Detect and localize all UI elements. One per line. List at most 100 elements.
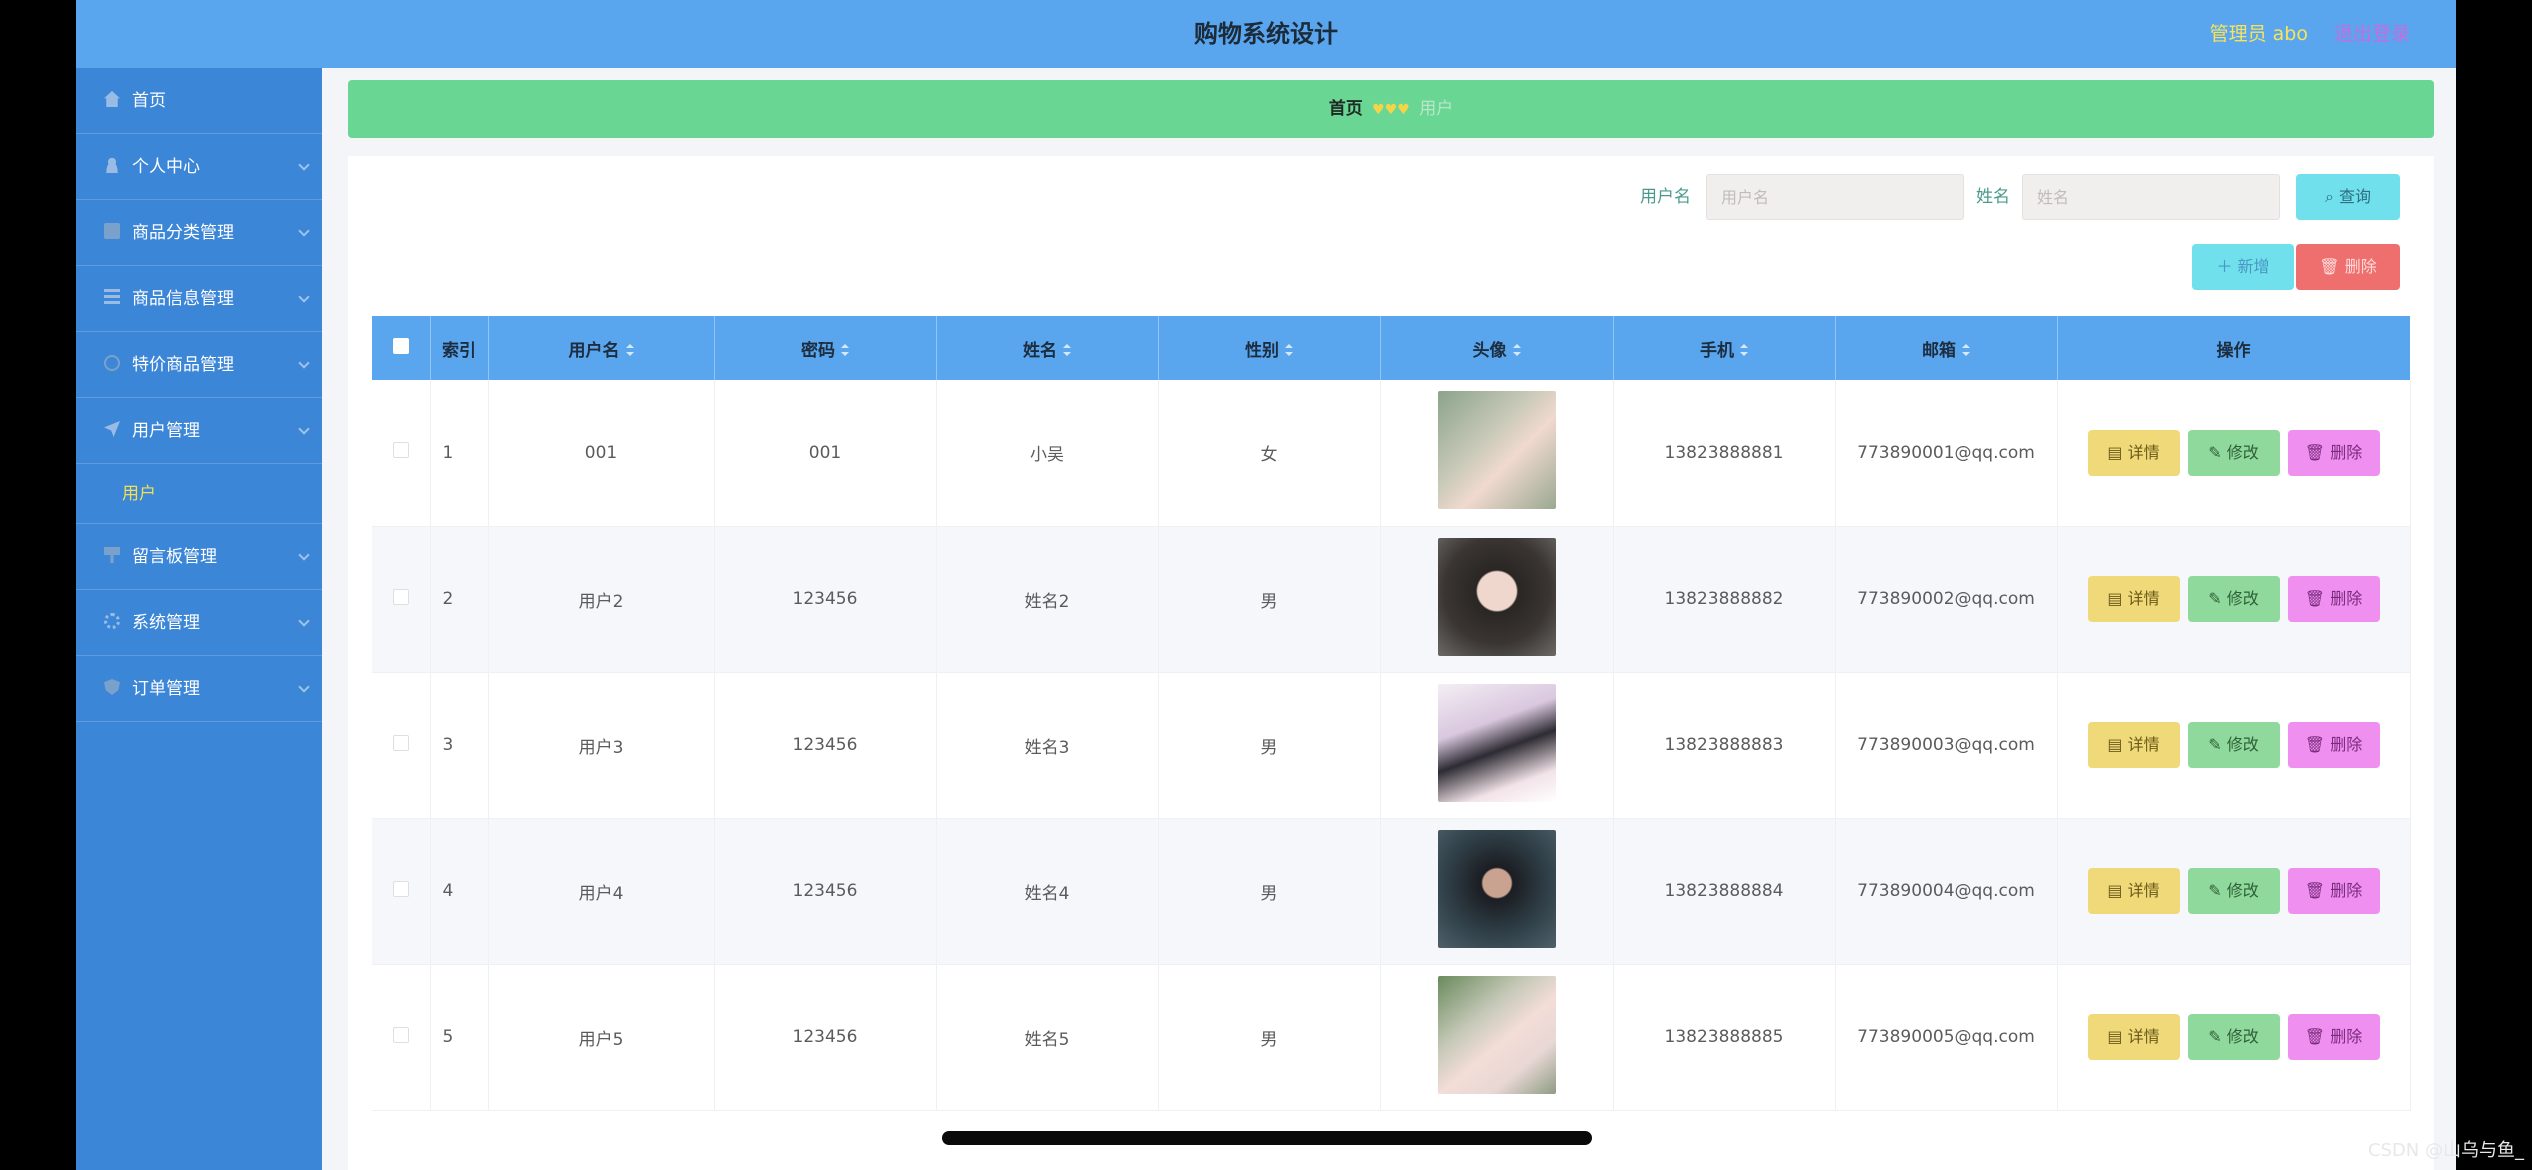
row-checkbox[interactable]: [392, 880, 409, 897]
delete-button[interactable]: 🗑 删除: [2287, 576, 2380, 622]
column-header-name[interactable]: 姓名: [936, 316, 1159, 380]
row-checkbox[interactable]: [392, 442, 409, 459]
edit-button[interactable]: ✎ 修改: [2187, 429, 2280, 476]
sidebar-item-home[interactable]: 首页: [76, 68, 322, 134]
avatar[interactable]: [1437, 975, 1556, 1094]
sidebar-item-user-management[interactable]: 用户管理: [76, 398, 322, 464]
edit-button-label: 修改: [2226, 1027, 2259, 1046]
detail-button[interactable]: ▤ 详情: [2087, 722, 2180, 768]
logout-link[interactable]: 退出登录: [2334, 0, 2410, 68]
column-header-avatar[interactable]: 头像: [1380, 316, 1614, 380]
select-all-checkbox-cell[interactable]: [372, 316, 431, 380]
avatar[interactable]: [1437, 391, 1556, 510]
sidebar-item-label: 留言板管理: [132, 547, 217, 567]
cell-avatar: [1380, 964, 1614, 1111]
row-checkbox[interactable]: [392, 734, 409, 751]
row-checkbox-cell[interactable]: [372, 672, 431, 819]
sort-icon[interactable]: [1285, 343, 1293, 356]
row-checkbox-cell[interactable]: [372, 818, 431, 965]
sort-icon[interactable]: [1962, 343, 1970, 356]
name-search-label: 姓名: [1976, 187, 2010, 207]
sort-icon[interactable]: [1740, 343, 1748, 356]
cell-password: 123456: [714, 818, 937, 965]
cell-name: 小吴: [936, 380, 1159, 527]
sort-icon[interactable]: [1063, 343, 1071, 356]
cell-phone: 13823888882: [1613, 526, 1836, 673]
column-header-username[interactable]: 用户名: [488, 316, 715, 380]
edit-button[interactable]: ✎ 修改: [2187, 722, 2280, 768]
pencil-icon: ✎: [2208, 881, 2227, 900]
sidebar-item-message-board-management[interactable]: 留言板管理: [76, 524, 322, 590]
add-button[interactable]: ＋ 新增: [2192, 244, 2294, 290]
cell-gender: 男: [1158, 964, 1381, 1111]
edit-button[interactable]: ✎ 修改: [2187, 868, 2280, 914]
detail-button[interactable]: ▤ 详情: [2087, 429, 2180, 476]
detail-button[interactable]: ▤ 详情: [2087, 868, 2180, 914]
sidebar-subitem-users[interactable]: 用户: [76, 464, 322, 524]
detail-button-label: 详情: [2127, 442, 2160, 462]
sidebar-item-product-management[interactable]: 商品信息管理: [76, 266, 322, 332]
delete-button[interactable]: 🗑 删除: [2287, 429, 2380, 476]
cell-username: 用户4: [488, 818, 715, 965]
delete-button[interactable]: 🗑 删除: [2287, 868, 2380, 914]
document-icon: ▤: [2107, 1027, 2128, 1046]
cell-password: 123456: [714, 672, 937, 819]
detail-button[interactable]: ▤ 详情: [2087, 1014, 2180, 1060]
cell-name: 姓名3: [936, 672, 1159, 819]
row-checkbox-cell[interactable]: [372, 526, 431, 673]
username-search-input[interactable]: [1706, 174, 1964, 220]
circle-icon: [104, 355, 120, 371]
trash-icon: 🗑: [2304, 442, 2331, 462]
sidebar-item-system-management[interactable]: 系统管理: [76, 590, 322, 656]
select-all-checkbox[interactable]: [392, 337, 409, 354]
avatar[interactable]: [1437, 683, 1556, 802]
bulk-delete-button[interactable]: 🗑 删除: [2296, 244, 2400, 290]
sort-icon[interactable]: [841, 343, 849, 356]
cell-email: 773890001@qq.com: [1835, 380, 2058, 527]
cell-phone: 13823888881: [1613, 380, 1836, 527]
avatar[interactable]: [1437, 829, 1556, 948]
edit-button[interactable]: ✎ 修改: [2187, 1014, 2280, 1060]
current-user-label: 管理员 abo: [2209, 23, 2308, 45]
bulk-delete-button-label: 删除: [2344, 257, 2377, 276]
trash-icon: 🗑: [2304, 735, 2331, 754]
cell-gender: 男: [1158, 818, 1381, 965]
delete-button-label: 删除: [2330, 1027, 2363, 1046]
pencil-icon: ✎: [2208, 735, 2227, 754]
sort-icon[interactable]: [625, 343, 634, 356]
detail-button[interactable]: ▤ 详情: [2087, 576, 2180, 622]
sort-icon[interactable]: [1512, 343, 1521, 356]
sidebar-item-label: 首页: [132, 91, 166, 111]
query-button[interactable]: ⌕ 查询: [2296, 174, 2400, 220]
column-header-gender[interactable]: 性别: [1158, 316, 1381, 380]
row-checkbox-cell[interactable]: [372, 964, 431, 1111]
row-checkbox[interactable]: [392, 1026, 409, 1043]
cell-username: 用户5: [488, 964, 715, 1111]
home-icon: [104, 91, 120, 107]
sidebar-item-category-management[interactable]: 商品分类管理: [76, 200, 322, 266]
column-header-email[interactable]: 邮箱: [1835, 316, 2058, 380]
delete-button[interactable]: 🗑 删除: [2287, 722, 2380, 768]
column-header-password[interactable]: 密码: [714, 316, 937, 380]
row-checkbox-cell[interactable]: [372, 380, 431, 527]
cell-email: 773890005@qq.com: [1835, 964, 2058, 1111]
avatar[interactable]: [1437, 537, 1556, 656]
breadcrumb-current: 用户: [1419, 99, 1454, 119]
chevron-up-icon: [298, 423, 310, 435]
edit-button[interactable]: ✎ 修改: [2187, 576, 2280, 622]
row-checkbox[interactable]: [392, 588, 409, 605]
board-icon: [104, 547, 120, 563]
cell-avatar: [1380, 526, 1614, 673]
query-button-label: 查询: [2339, 187, 2372, 206]
chevron-down-icon: [298, 291, 310, 303]
name-search-input[interactable]: [2022, 174, 2280, 220]
delete-button[interactable]: 🗑 删除: [2287, 1014, 2380, 1060]
sidebar-item-personal-center[interactable]: 个人中心: [76, 134, 322, 200]
edit-button-label: 修改: [2226, 442, 2259, 462]
breadcrumb-home[interactable]: 首页: [1329, 99, 1363, 119]
sidebar-item-order-management[interactable]: 订单管理: [76, 656, 322, 722]
cell-actions: ▤ 详情 ✎ 修改 🗑 删除: [2057, 818, 2411, 965]
sidebar-item-special-offer-management[interactable]: 特价商品管理: [76, 332, 322, 398]
column-header-phone[interactable]: 手机: [1613, 316, 1836, 380]
document-icon: ▤: [2107, 735, 2128, 754]
